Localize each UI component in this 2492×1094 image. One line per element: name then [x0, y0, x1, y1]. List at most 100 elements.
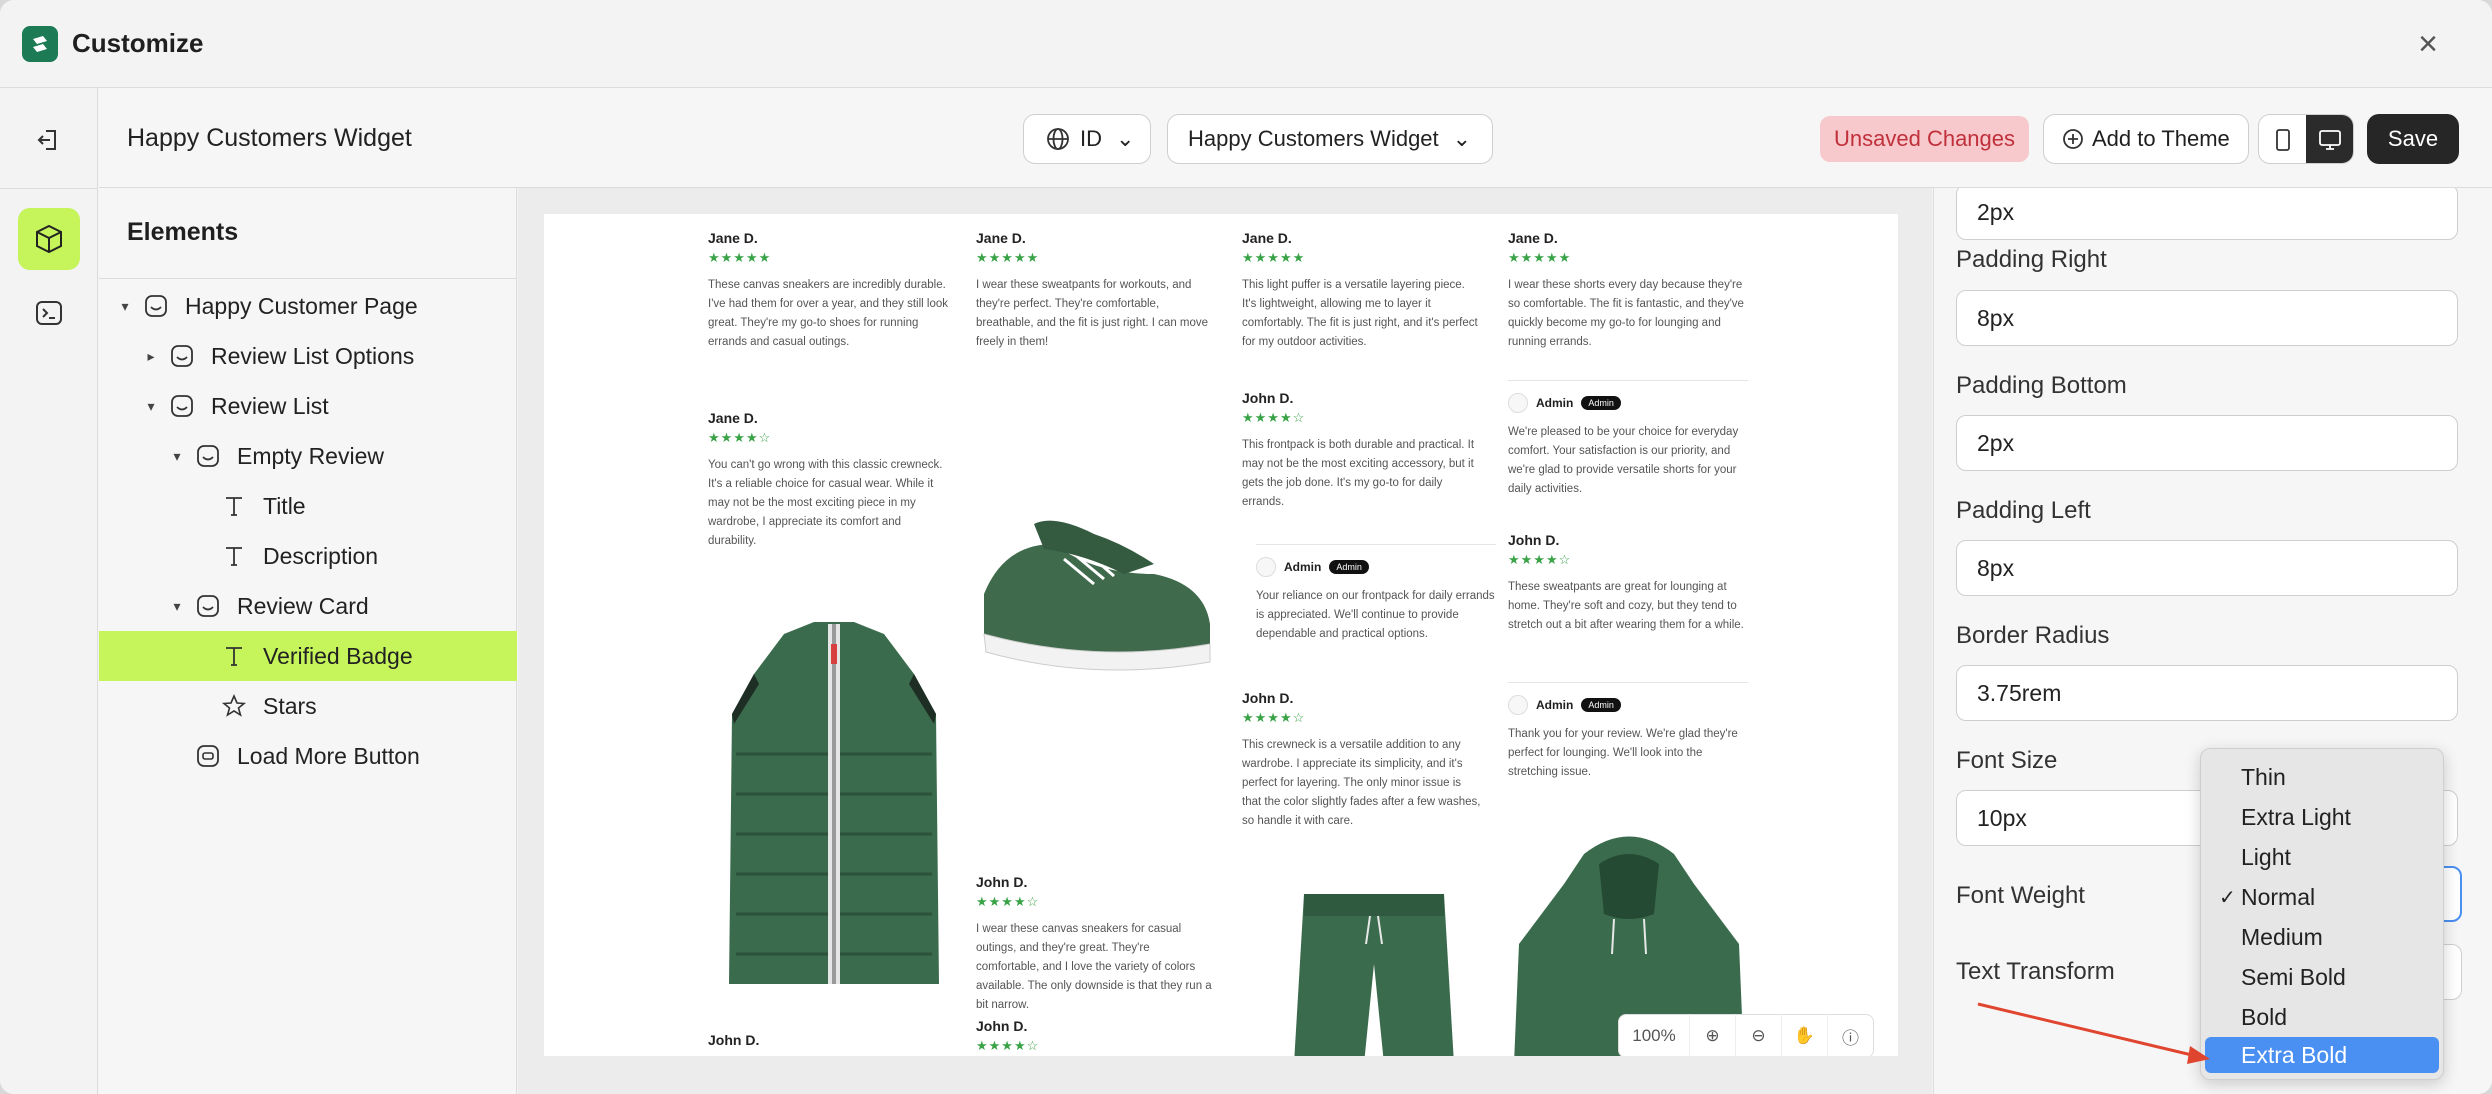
caret-down-icon[interactable]: ▾	[169, 448, 185, 465]
review-card: John D. ★★★★☆ These sweatpants are great…	[1508, 532, 1748, 635]
tree-item-title[interactable]: Title	[99, 481, 517, 531]
mobile-view-button[interactable]	[2259, 115, 2306, 163]
caret-right-icon[interactable]: ▸	[143, 348, 159, 365]
review-card: John D. ★★★★☆ I wear these canvas sneake…	[976, 874, 1216, 1015]
admin-badge: Admin	[1329, 560, 1369, 574]
dropdown-option-bold[interactable]: Bold	[2205, 999, 2439, 1035]
tree-item-verified-badge[interactable]: Verified Badge	[99, 631, 517, 681]
padding-top-input[interactable]: 2px	[1956, 188, 2458, 240]
admin-reply: Admin Admin Your reliance on our frontpa…	[1256, 544, 1496, 644]
reply-author: Admin	[1536, 698, 1574, 712]
section-icon	[193, 441, 223, 471]
reply-text: Your reliance on our frontpack for daily…	[1256, 590, 1495, 640]
caret-down-icon[interactable]: ▾	[143, 398, 159, 415]
admin-reply: Admin Admin Thank you for your review. W…	[1508, 682, 1748, 782]
dropdown-option-extra-light[interactable]: Extra Light	[2205, 799, 2439, 835]
tree-item-label: Description	[263, 542, 379, 569]
dropdown-option-thin[interactable]: Thin	[2205, 759, 2439, 795]
admin-reply: Admin Admin We're pleased to be your cho…	[1508, 380, 1748, 499]
plus-circle-icon	[2063, 129, 2083, 149]
code-tab-button[interactable]	[18, 282, 80, 344]
tree-item-review-list[interactable]: ▾ Review List	[99, 381, 517, 431]
zoom-level: 100%	[1632, 1026, 1676, 1045]
option-label: Extra Light	[2241, 803, 2351, 830]
tree-item-description[interactable]: Description	[99, 531, 517, 581]
elements-tab-button[interactable]	[18, 208, 80, 270]
admin-badge: Admin	[1581, 698, 1621, 712]
checkmark-icon: ✓	[2219, 886, 2236, 909]
dropdown-option-normal[interactable]: ✓ Normal	[2205, 879, 2439, 915]
border-radius-input[interactable]: 3.75rem	[1956, 665, 2458, 721]
zoom-in-icon[interactable]: ⊕	[1689, 1014, 1735, 1056]
review-text: This frontpack is both durable and pract…	[1242, 439, 1475, 508]
tree-item-stars[interactable]: Stars	[99, 681, 517, 731]
reply-author: Admin	[1284, 560, 1322, 574]
caret-down-icon[interactable]: ▾	[117, 298, 133, 315]
close-icon[interactable]: ×	[2410, 26, 2446, 62]
language-value: ID	[1080, 126, 1102, 151]
template-select[interactable]: Happy Customers Widget ⌄	[1167, 114, 1493, 164]
review-text: You can't go wrong with this classic cre…	[708, 459, 943, 547]
dropdown-option-light[interactable]: Light	[2205, 839, 2439, 875]
reviewer-name: Jane D.	[1242, 230, 1292, 246]
option-label: Light	[2241, 843, 2291, 870]
text-transform-label: Text Transform	[1956, 958, 2115, 985]
preview-area: Jane D. ★★★★★ These canvas sneakers are …	[518, 188, 1932, 1094]
review-card: John D. ★★★★☆ This crewneck is a versati…	[1242, 690, 1482, 831]
desktop-view-button[interactable]	[2306, 115, 2353, 163]
dropdown-option-extra-bold[interactable]: Extra Bold	[2205, 1037, 2439, 1073]
padding-right-input[interactable]: 8px	[1956, 290, 2458, 346]
save-button[interactable]: Save	[2367, 114, 2459, 164]
rail-divider	[0, 188, 98, 189]
help-icon[interactable]: ⓘ	[1827, 1014, 1873, 1056]
reply-text: Thank you for your review. We're glad th…	[1508, 728, 1738, 778]
text-icon	[219, 641, 249, 671]
left-rail	[0, 88, 98, 1094]
desktop-icon	[2318, 130, 2341, 150]
review-card: John D.	[708, 1032, 948, 1048]
border-radius-label: Border Radius	[1956, 622, 2110, 649]
title-bar: Customize ×	[0, 0, 2492, 88]
language-select[interactable]: ID ⌄	[1023, 114, 1151, 164]
preview-canvas: Jane D. ★★★★★ These canvas sneakers are …	[544, 214, 1898, 1056]
caret-down-icon[interactable]: ▾	[169, 598, 185, 615]
review-text: These sweatpants are great for lounging …	[1508, 581, 1744, 631]
tree-item-empty-review[interactable]: ▾ Empty Review	[99, 431, 517, 481]
reviewer-name: John D.	[1242, 390, 1294, 406]
padding-left-input[interactable]: 8px	[1956, 540, 2458, 596]
review-card: John D. ★★★★☆	[976, 1018, 1216, 1054]
tree-item-happy-customer-page[interactable]: ▾ Happy Customer Page	[99, 281, 517, 331]
window-title: Customize	[72, 28, 204, 58]
add-to-theme-button[interactable]: Add to Theme	[2043, 114, 2249, 164]
reviewer-name: John D.	[976, 1018, 1028, 1034]
reviewer-name: Jane D.	[1508, 230, 1558, 246]
tree-item-load-more-button[interactable]: Load More Button	[99, 731, 517, 781]
tree-item-label: Verified Badge	[263, 642, 413, 669]
padding-bottom-input[interactable]: 2px	[1956, 415, 2458, 471]
reviewer-name: Jane D.	[976, 230, 1026, 246]
star-rating: ★★★★☆	[1242, 710, 1306, 725]
star-rating: ★★★★☆	[1508, 552, 1572, 567]
customize-window: Customize × Happy Customers Widget ID ⌄ …	[0, 0, 2492, 1094]
page-name: Happy Customers Widget	[127, 124, 412, 152]
review-text: These canvas sneakers are incredibly dur…	[708, 279, 948, 348]
hand-icon[interactable]: ✋	[1781, 1014, 1827, 1056]
chevron-down-icon: ⌄	[1116, 126, 1135, 151]
add-to-theme-label: Add to Theme	[2092, 126, 2230, 151]
section-icon	[167, 341, 197, 371]
reply-author: Admin	[1536, 396, 1574, 410]
text-icon	[219, 491, 249, 521]
zoom-out-icon[interactable]: ⊖	[1735, 1014, 1781, 1056]
exit-icon[interactable]	[26, 118, 70, 162]
tree-item-review-list-options[interactable]: ▸ Review List Options	[99, 331, 517, 381]
review-text: I wear these sweatpants for workouts, an…	[976, 279, 1209, 348]
tree-item-review-card[interactable]: ▾ Review Card	[99, 581, 517, 631]
dropdown-option-medium[interactable]: Medium	[2205, 919, 2439, 955]
dropdown-option-semi-bold[interactable]: Semi Bold	[2205, 959, 2439, 995]
tree-item-label: Review List Options	[211, 342, 415, 369]
padding-bottom-label: Padding Bottom	[1956, 372, 2127, 399]
tree-item-label: Review Card	[237, 592, 369, 619]
review-card: Jane D. ★★★★★ These canvas sneakers are …	[708, 230, 948, 352]
reply-text: We're pleased to be your choice for ever…	[1508, 426, 1739, 495]
app-logo-icon	[22, 26, 58, 62]
